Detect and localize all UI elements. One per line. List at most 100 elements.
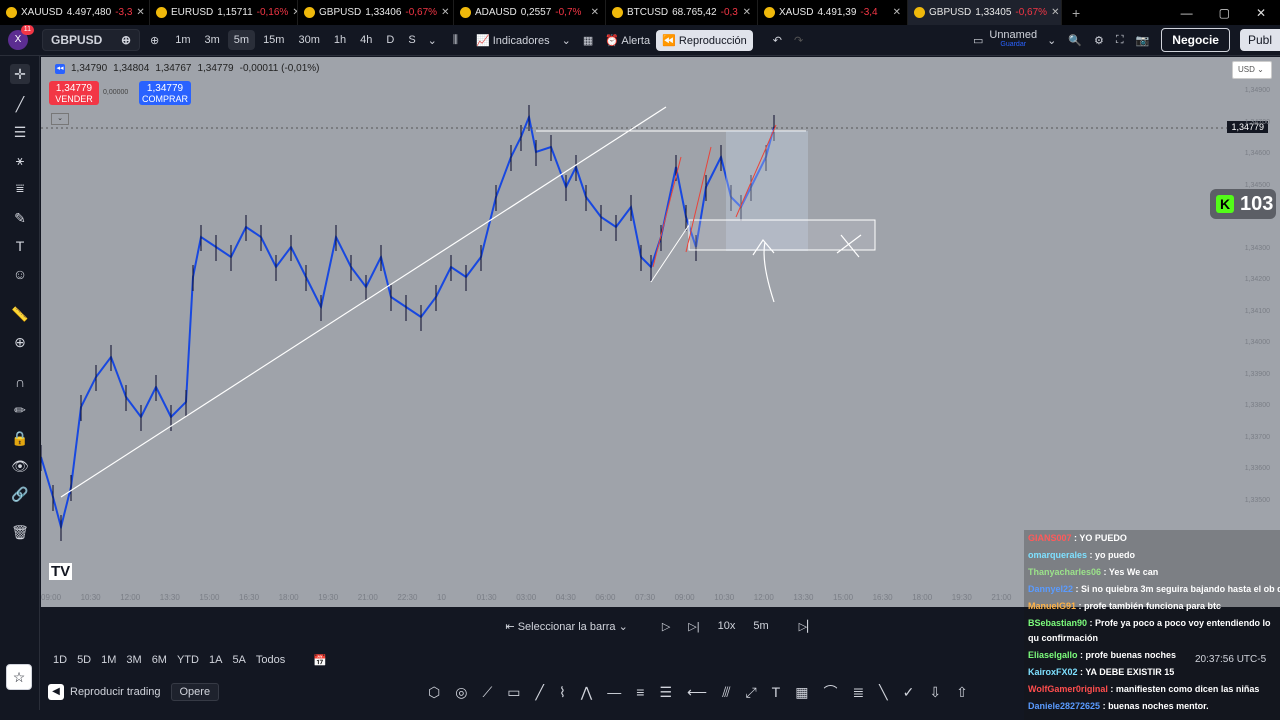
minimize-icon[interactable]: — — [1181, 6, 1193, 20]
parallel-tool-icon[interactable]: ≣ — [852, 684, 864, 701]
line-tool-icon[interactable]: ╱ — [536, 684, 544, 701]
rectangle-tool-icon[interactable]: ▭ — [507, 684, 520, 701]
shape-tool-icon[interactable]: ⬡ — [428, 684, 440, 701]
browser-tab[interactable]: ADAUSD 0,2557 -0,7% ✕ — [454, 0, 606, 25]
favorite-star-icon[interactable]: ☆ — [6, 664, 32, 690]
browser-tab[interactable]: GBPUSD 1,33406 -0,67% ✕ — [298, 0, 454, 25]
range-option[interactable]: 6M — [152, 654, 167, 666]
brush-tool-icon[interactable]: ╲ — [879, 684, 887, 701]
range-option[interactable]: Todos — [256, 654, 285, 666]
range-option[interactable]: YTD — [177, 654, 199, 666]
text-tool-icon[interactable]: T — [772, 684, 781, 700]
range-option[interactable]: 1A — [209, 654, 222, 666]
grid-tool-icon[interactable]: ▦ — [795, 684, 808, 701]
brush-icon[interactable]: ✎ — [10, 208, 30, 228]
close-tab-icon[interactable]: ✕ — [441, 7, 449, 18]
hline-tool-icon[interactable]: — — [607, 684, 621, 700]
text-icon[interactable]: T — [10, 236, 30, 256]
polyline-tool-icon[interactable]: ⋀ — [581, 684, 592, 701]
symbol-search[interactable]: GBPUSD ⊕ — [42, 29, 140, 51]
trash-icon[interactable]: 🗑 — [10, 522, 30, 542]
close-tab-icon[interactable]: ✕ — [893, 7, 901, 18]
alert-button[interactable]: ⏰ Alerta — [599, 30, 656, 51]
new-tab-icon[interactable]: + — [1072, 5, 1080, 21]
emoji-icon[interactable]: ☺ — [10, 264, 30, 284]
indicators-button[interactable]: 📈 Indicadores — [470, 30, 556, 51]
fullscreen-icon[interactable]: ⛶ — [1110, 30, 1130, 51]
interval-select[interactable]: 5m — [753, 620, 768, 632]
arrow-up-icon[interactable]: ⇧ — [956, 684, 968, 701]
select-bar-button[interactable]: ⇤ Seleccionar la barra ⌄ — [505, 620, 627, 633]
range-option[interactable]: 3M — [126, 654, 141, 666]
timeframe-option[interactable]: 5m — [227, 30, 256, 50]
undo-icon[interactable]: ↶ — [767, 30, 788, 51]
redo-icon[interactable]: ↷ — [788, 30, 809, 51]
arrow-down-icon[interactable]: ⇩ — [929, 684, 941, 701]
speed-select[interactable]: 10x — [718, 620, 736, 632]
range-option[interactable]: 1M — [101, 654, 116, 666]
browser-tab[interactable]: GBPUSD 1,33405 -0,67% ✕ — [908, 0, 1062, 25]
close-tab-icon[interactable]: ✕ — [1051, 7, 1059, 18]
avatar[interactable]: X 11 — [8, 25, 34, 50]
close-tab-icon[interactable]: ✕ — [591, 7, 599, 18]
close-window-icon[interactable]: ✕ — [1256, 6, 1266, 20]
check-tool-icon[interactable]: ✓ — [903, 684, 915, 701]
timeframe-option[interactable]: 15m — [257, 30, 290, 50]
fib-tool-icon[interactable]: ☰ — [659, 684, 672, 701]
link-icon[interactable]: 🔗 — [10, 484, 30, 504]
trade-button[interactable]: Negocie — [1161, 28, 1230, 52]
close-tab-icon[interactable]: ✕ — [136, 7, 144, 18]
trade-tab[interactable]: Opere — [170, 683, 220, 701]
browser-tab[interactable]: XAUSD 4.491,39 -3,4 ✕ — [758, 0, 908, 25]
close-tab-icon[interactable]: ✕ — [743, 7, 751, 18]
maximize-icon[interactable]: ▢ — [1219, 6, 1230, 20]
layout-name[interactable]: Unnamed Guardar — [989, 30, 1037, 50]
arrow-tool-icon[interactable]: ⤢ — [745, 684, 756, 701]
forecast-icon[interactable]: ⩸ — [10, 178, 30, 198]
browser-tab[interactable]: EURUSD1,15711-0,16%✕ — [150, 0, 298, 25]
buy-button[interactable]: 1,34779 COMPRAR — [139, 81, 191, 105]
eye-icon[interactable]: 👁 — [10, 456, 30, 476]
zoom-icon[interactable]: ⊕ — [10, 332, 30, 352]
crosshair-icon[interactable]: ✛ — [10, 64, 30, 84]
trendline-icon[interactable]: ╱ — [10, 94, 30, 114]
chart-canvas[interactable] — [41, 57, 1280, 607]
timeframe-option[interactable]: 1h — [328, 30, 352, 50]
timeframe-option[interactable]: 1m — [169, 30, 196, 50]
lock-drawing-icon[interactable]: ✏ — [10, 400, 30, 420]
pen-tool-icon[interactable]: ⟋ — [482, 684, 492, 701]
timeframe-option[interactable]: 4h — [354, 30, 378, 50]
add-symbol-icon[interactable]: ⊕ — [144, 30, 165, 51]
magnet-icon[interactable]: ∩ — [10, 372, 30, 392]
channel-tool-icon[interactable]: ≡ — [636, 684, 644, 700]
timeframe-option[interactable]: 3m — [199, 30, 226, 50]
chevron-down-icon[interactable]: ⌄ — [422, 30, 443, 51]
indicators-dropdown-icon[interactable]: ⌄ — [556, 30, 577, 51]
layout-dropdown-icon[interactable]: ⌄ — [1041, 30, 1062, 51]
templates-icon[interactable]: ▦ — [577, 30, 599, 51]
collapse-trade-icon[interactable]: ⌄ — [51, 113, 69, 125]
layout-icon[interactable]: ▭ — [967, 30, 989, 51]
browser-tab[interactable]: XAUUSD 4.497,480 -3,3 ✕ — [0, 0, 150, 25]
range-option[interactable]: 1D — [53, 654, 67, 666]
replay-button[interactable]: ⏪ Reproducción — [656, 29, 753, 51]
timeframe-option[interactable]: S — [402, 30, 421, 50]
jump-to-realtime-icon[interactable]: ▷▏ — [799, 620, 816, 633]
play-trading-button[interactable]: ◀ Reproducir trading — [40, 684, 161, 700]
pitchfork-tool-icon[interactable]: ⫻ — [722, 684, 730, 701]
fib-icon[interactable]: ☰ — [10, 122, 30, 142]
range-option[interactable]: 5A — [232, 654, 245, 666]
ruler-icon[interactable]: 📏 — [10, 304, 30, 324]
path-tool-icon[interactable]: ⌇ — [559, 684, 566, 701]
search-icon[interactable]: 🔍 — [1062, 30, 1088, 51]
browser-tab[interactable]: BTCUSD 68.765,42 -0,3 ✕ — [606, 0, 758, 25]
pattern-icon[interactable]: ⚹ — [10, 150, 30, 170]
lock-icon[interactable]: 🔒 — [10, 428, 30, 448]
curve-tool-icon[interactable]: ⌒ — [823, 682, 837, 702]
currency-select[interactable]: USD ⌄ — [1232, 61, 1272, 79]
candle-type-icon[interactable]: ⫼ — [447, 30, 464, 51]
collapse-legend-icon[interactable]: ◂◂ — [55, 63, 65, 74]
circle-tool-icon[interactable]: ◎ — [455, 684, 467, 701]
timeframe-option[interactable]: 30m — [292, 30, 325, 50]
range-option[interactable]: 5D — [77, 654, 91, 666]
